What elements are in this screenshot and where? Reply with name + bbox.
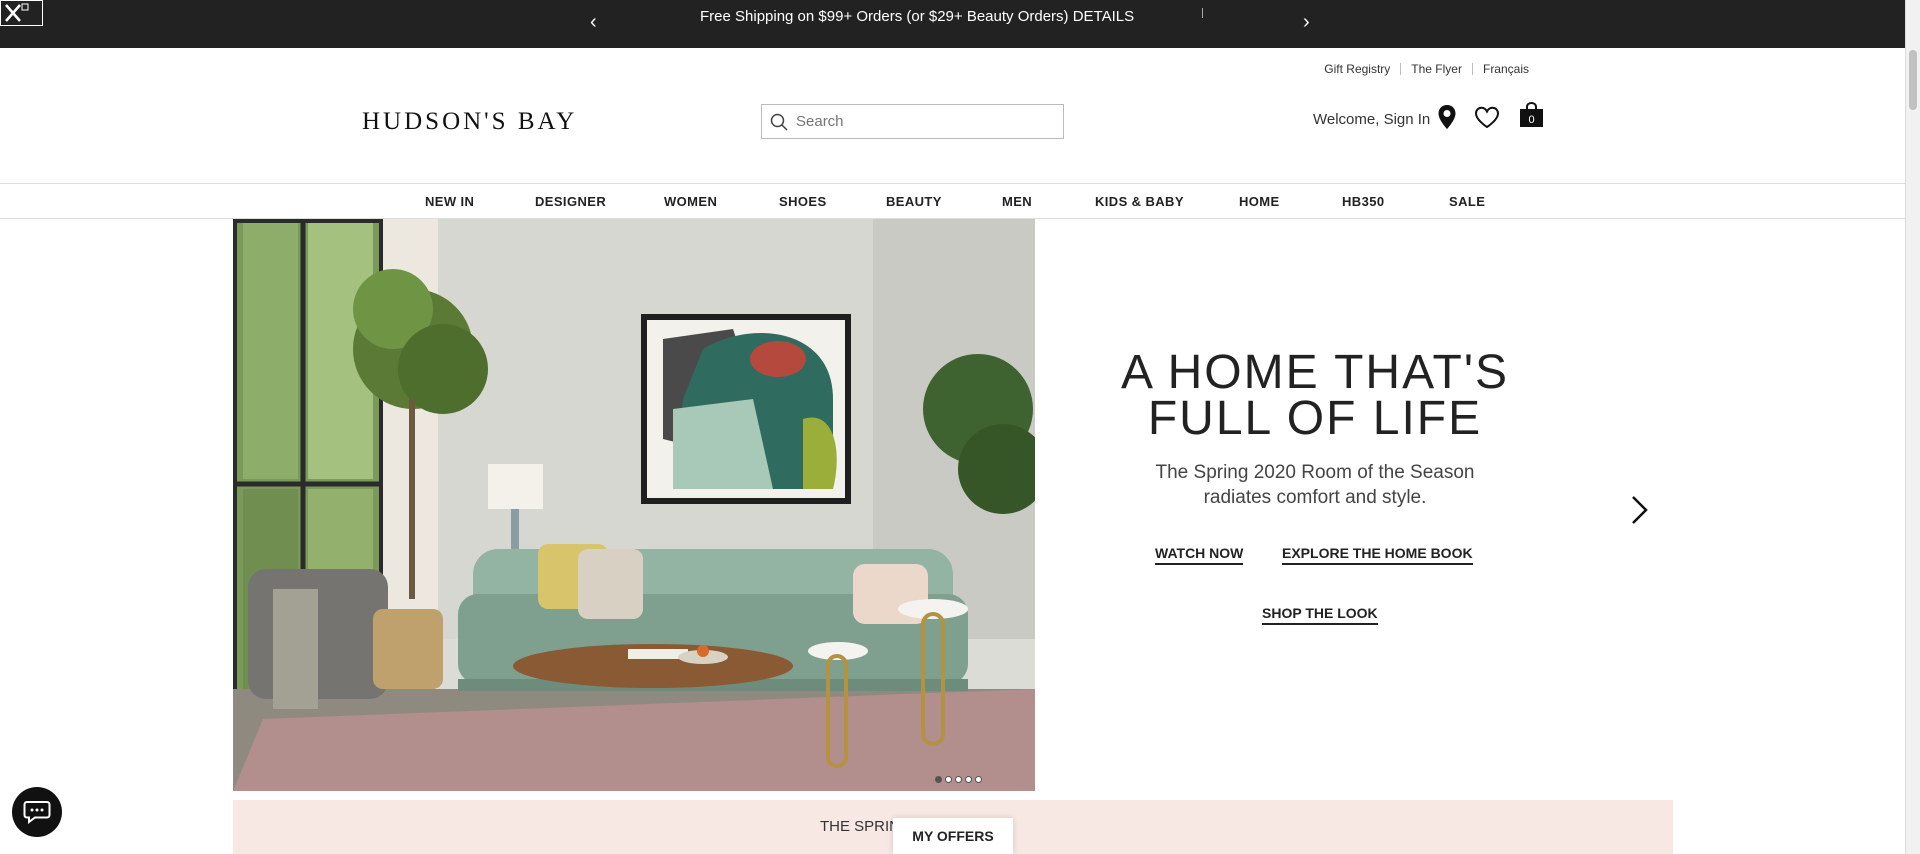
watch-now-link[interactable]: WATCH NOW: [1155, 545, 1244, 565]
carousel-dot-5[interactable]: [975, 776, 982, 783]
hero-title-line-2: FULL OF LIFE: [1147, 392, 1483, 445]
hero-subtitle: The Spring 2020 Room of the Season radia…: [1150, 460, 1480, 510]
nav-women[interactable]: WOMEN: [664, 194, 717, 209]
hudsons-bay-logo[interactable]: HUDSON'S BAY: [362, 108, 577, 136]
nav-hb350[interactable]: HB350: [1342, 194, 1384, 209]
hero-living-room-image[interactable]: [233, 219, 1035, 791]
my-offers-button[interactable]: MY OFFERS: [893, 818, 1013, 854]
nav-home[interactable]: HOME: [1239, 194, 1280, 209]
store-locator-icon[interactable]: [1437, 104, 1457, 130]
promo-prev-arrow[interactable]: ‹: [590, 12, 597, 32]
gift-registry-link[interactable]: Gift Registry: [1314, 63, 1400, 75]
scrollbar-thumb[interactable]: [1909, 50, 1917, 110]
promo-divider: [1202, 8, 1203, 18]
promo-bar: ‹ Free Shipping on $99+ Orders (or $29+ …: [0, 0, 1905, 48]
carousel-dot-1[interactable]: [935, 776, 942, 783]
carousel-next-icon[interactable]: [1630, 494, 1650, 526]
tool-icon[interactable]: [0, 0, 43, 26]
nav-men[interactable]: MEN: [1002, 194, 1032, 209]
carousel-dot-4[interactable]: [965, 776, 972, 783]
nav-beauty[interactable]: BEAUTY: [886, 194, 942, 209]
shop-the-look-link[interactable]: SHOP THE LOOK: [1262, 605, 1378, 625]
chat-button[interactable]: [12, 787, 62, 837]
hero-subtitle-line-2: radiates comfort and style.: [1203, 487, 1427, 508]
search-bar[interactable]: [761, 104, 1064, 139]
main-nav: NEW IN DESIGNER WOMEN SHOES BEAUTY MEN K…: [0, 183, 1905, 219]
promo-message[interactable]: Free Shipping on $99+ Orders (or $29+ Be…: [700, 8, 1134, 25]
hero-title: A HOME THAT'S FULL OF LIFE: [1115, 346, 1515, 445]
nav-designer[interactable]: DESIGNER: [535, 194, 606, 209]
hero-subtitle-line-1: The Spring 2020 Room of the Season: [1155, 462, 1475, 483]
search-input[interactable]: [796, 113, 1036, 130]
nav-new-in[interactable]: NEW IN: [425, 194, 474, 209]
nav-kids-baby[interactable]: KIDS & BABY: [1095, 194, 1184, 209]
search-icon: [770, 113, 788, 131]
sign-in-link[interactable]: Welcome, Sign In: [1313, 111, 1430, 128]
wishlist-heart-icon[interactable]: [1474, 106, 1500, 129]
utility-links: Gift Registry The Flyer Français: [1314, 63, 1539, 75]
page: ‹ Free Shipping on $99+ Orders (or $29+ …: [0, 0, 1920, 854]
francais-link[interactable]: Français: [1471, 63, 1539, 75]
the-flyer-link[interactable]: The Flyer: [1400, 63, 1472, 75]
carousel-dots: [935, 776, 982, 783]
carousel-dot-3[interactable]: [955, 776, 962, 783]
page-scrollbar[interactable]: [1905, 0, 1920, 854]
explore-home-book-link[interactable]: EXPLORE THE HOME BOOK: [1282, 545, 1473, 565]
cart-count: 0: [1528, 114, 1535, 126]
hero-title-line-1: A HOME THAT'S: [1120, 346, 1510, 399]
nav-shoes[interactable]: SHOES: [779, 194, 827, 209]
chat-bubble-icon: [23, 801, 51, 824]
carousel-dot-2[interactable]: [945, 776, 952, 783]
nav-sale[interactable]: SALE: [1449, 194, 1485, 209]
promo-next-arrow[interactable]: ›: [1303, 12, 1310, 32]
